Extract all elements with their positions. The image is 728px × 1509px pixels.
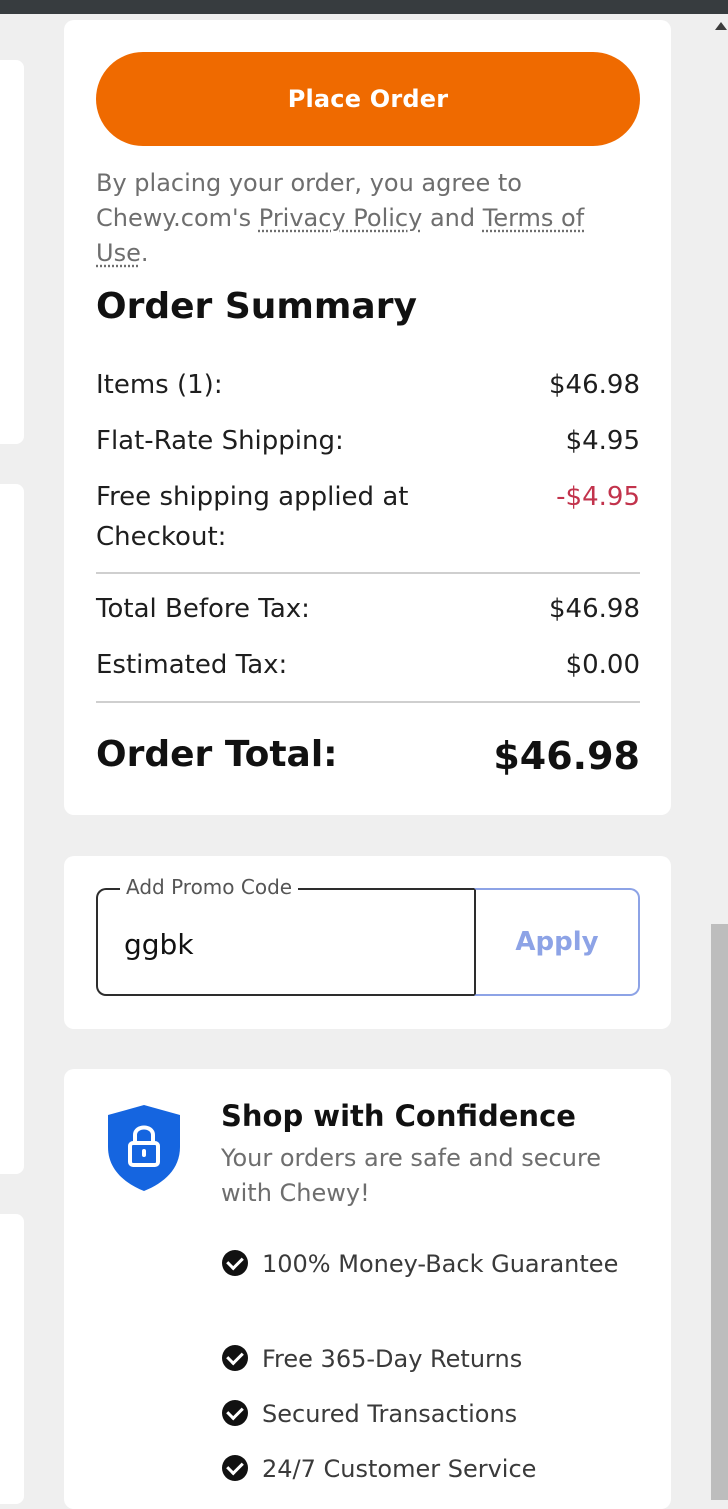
place-order-button[interactable]: Place Order: [96, 52, 640, 146]
promo-code-card: Add Promo Code Apply: [64, 856, 671, 1029]
confidence-item-text: 24/7 Customer Service: [262, 1455, 537, 1483]
promo-code-input[interactable]: [124, 922, 444, 966]
before-tax-label: Total Before Tax:: [96, 594, 310, 624]
order-total-value: $46.98: [493, 734, 640, 778]
agreement-suffix: .: [140, 239, 149, 267]
confidence-item-text: Secured Transactions: [262, 1400, 518, 1428]
order-summary-title: Order Summary: [96, 286, 417, 327]
confidence-item: 24/7 Customer Service: [222, 1450, 622, 1489]
order-total-label: Order Total:: [96, 734, 338, 775]
order-summary-card: Place Order By placing your order, you a…: [64, 20, 671, 815]
left-column-card: [0, 484, 24, 1174]
tax-value: $0.00: [565, 650, 640, 680]
check-circle-icon: [222, 1250, 248, 1276]
items-value: $46.98: [549, 370, 640, 400]
check-circle-icon: [222, 1455, 248, 1481]
left-column-card: [0, 60, 24, 444]
shipping-value: $4.95: [565, 426, 640, 456]
free-shipping-label: Free shipping applied at Checkout:: [96, 482, 409, 552]
free-shipping-value: -$4.95: [556, 482, 640, 512]
shield-lock-icon: [108, 1105, 180, 1191]
tax-label: Estimated Tax:: [96, 650, 288, 680]
check-circle-icon: [222, 1400, 248, 1426]
shipping-label: Flat-Rate Shipping:: [96, 426, 344, 456]
before-tax-value: $46.98: [549, 594, 640, 624]
shop-with-confidence-card: Shop with Confidence Your orders are saf…: [64, 1069, 671, 1509]
confidence-item-text: Free 365-Day Returns: [262, 1345, 523, 1373]
scroll-up-arrow-icon[interactable]: [715, 22, 727, 30]
confidence-item: 100% Money-Back Guarantee: [222, 1245, 622, 1284]
confidence-item: Free 365-Day Returns: [222, 1340, 622, 1379]
confidence-subtitle: Your orders are safe and secure with Che…: [221, 1144, 602, 1207]
apply-promo-button[interactable]: Apply: [474, 888, 640, 996]
summary-divider: [96, 572, 640, 574]
confidence-title: Shop with Confidence: [221, 1099, 576, 1133]
confidence-item: Secured Transactions: [222, 1395, 622, 1434]
order-agreement-text: By placing your order, you agree to Chew…: [96, 166, 636, 271]
agreement-middle: and: [422, 204, 483, 232]
promo-code-label: Add Promo Code: [120, 874, 299, 900]
summary-divider: [96, 701, 640, 703]
privacy-policy-link[interactable]: Privacy Policy: [259, 204, 423, 232]
browser-top-bar: [0, 0, 728, 14]
confidence-item-text: 100% Money-Back Guarantee: [262, 1250, 619, 1278]
items-label: Items (1):: [96, 370, 223, 400]
check-circle-icon: [222, 1345, 248, 1371]
left-column-card: [0, 1214, 24, 1504]
scrollbar-thumb[interactable]: [711, 924, 728, 1500]
